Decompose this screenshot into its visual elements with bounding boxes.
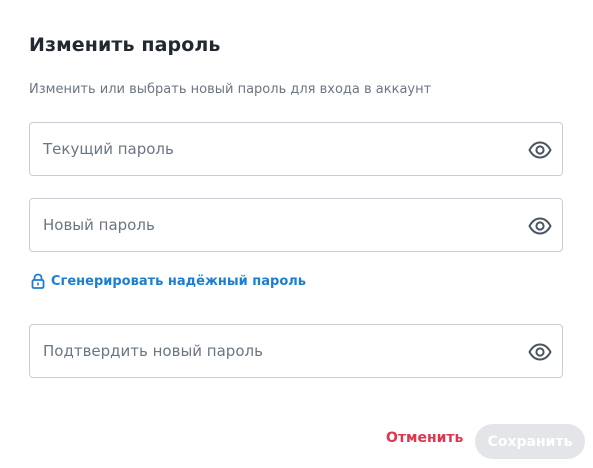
dialog-title: Изменить пароль [29,34,221,56]
confirm-password-input[interactable] [43,325,513,377]
eye-icon[interactable] [528,214,552,238]
new-password-field [29,198,563,252]
generate-password-link[interactable]: Сгенерировать надёжный пароль [31,273,306,289]
change-password-dialog: Изменить пароль Изменить или выбрать нов… [0,0,593,468]
dialog-subtitle: Изменить или выбрать новый пароль для вх… [29,82,432,97]
confirm-password-field [29,324,563,378]
generate-password-label: Сгенерировать надёжный пароль [51,273,306,289]
lock-icon [31,273,45,289]
current-password-field [29,122,563,176]
save-button[interactable]: Сохранить [475,424,585,459]
cancel-button[interactable]: Отменить [386,430,463,446]
current-password-input[interactable] [43,123,513,175]
eye-icon[interactable] [528,340,552,364]
eye-icon[interactable] [528,138,552,162]
new-password-input[interactable] [43,199,513,251]
